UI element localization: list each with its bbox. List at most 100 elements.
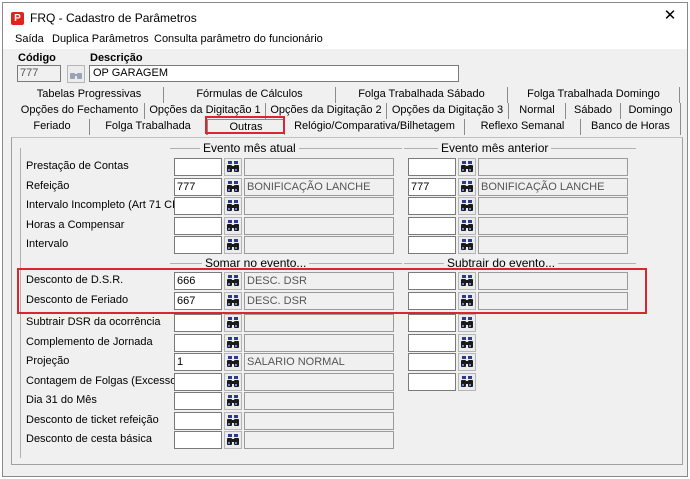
binoculars-icon	[227, 161, 239, 172]
tab-domingo[interactable]: Domingo	[621, 103, 681, 119]
event-lookup-button[interactable]	[224, 392, 242, 410]
binoculars-icon	[227, 180, 239, 192]
tab-folga-trabalhada[interactable]: Folga Trabalhada	[90, 119, 207, 135]
event-description	[244, 197, 394, 215]
menu-duplica-parametros[interactable]: Duplica Parâmetros	[52, 33, 149, 45]
close-button[interactable]: ✕	[663, 8, 677, 23]
event-code-input[interactable]	[174, 314, 222, 332]
event-lookup-button[interactable]	[224, 333, 242, 352]
title-bar: P FRQ - Cadastro de Parâmetros ✕	[3, 3, 687, 31]
event-lookup-button-right[interactable]	[458, 177, 476, 196]
event-description-right	[478, 197, 628, 215]
tab-normal[interactable]: Normal	[509, 103, 566, 119]
menu-saida[interactable]: Saída	[15, 33, 44, 45]
event-code-input[interactable]	[174, 216, 222, 235]
tab-folga-sabado[interactable]: Folga Trabalhada Sábado	[336, 87, 508, 103]
event-lookup-button[interactable]	[224, 177, 242, 196]
event-lookup-button[interactable]	[224, 236, 242, 254]
binoculars-icon	[227, 414, 239, 426]
tab-row-1: Tabelas Progressivas Fórmulas de Cálculo…	[15, 87, 681, 103]
binoculars-icon	[227, 375, 239, 387]
active-tab-highlight	[205, 116, 285, 134]
event-lookup-button[interactable]	[224, 216, 242, 235]
event-lookup-button-right[interactable]	[458, 353, 476, 371]
menu-consulta-parametro[interactable]: Consulta parâmetro do funcionário	[154, 33, 323, 45]
tab-relogio[interactable]: Relógio/Comparativa/Bilhetagem	[285, 119, 465, 135]
event-lookup-button-right[interactable]	[458, 372, 476, 391]
binoculars-icon	[227, 219, 239, 231]
field-label: Dia 31 do Mês	[26, 394, 97, 406]
event-code-input-right[interactable]	[408, 216, 456, 235]
event-code-input[interactable]	[174, 158, 222, 176]
tab-opcoes-fechamento[interactable]: Opções do Fechamento	[15, 103, 145, 119]
event-lookup-button[interactable]	[224, 314, 242, 332]
code-field[interactable]: 777	[17, 65, 61, 82]
event-code-input-right[interactable]	[408, 372, 456, 391]
event-lookup-button-right[interactable]	[458, 236, 476, 254]
event-lookup-button-right[interactable]	[458, 216, 476, 235]
tab-row-3: Feriado Folga Trabalhada Outras Relógio/…	[15, 119, 681, 135]
event-description	[244, 392, 394, 410]
event-description: BONIFICAÇÃO LANCHE	[244, 177, 394, 196]
event-code-input[interactable]: 1	[174, 353, 222, 371]
binoculars-icon	[227, 336, 239, 348]
event-lookup-button-right[interactable]	[458, 314, 476, 332]
event-lookup-button[interactable]	[224, 158, 242, 176]
event-code-input[interactable]	[174, 197, 222, 215]
description-field[interactable]: OP GARAGEM	[89, 65, 459, 82]
binoculars-icon	[227, 200, 239, 211]
event-description-right	[478, 236, 628, 254]
window-title: FRQ - Cadastro de Parâmetros	[30, 11, 197, 25]
event-lookup-button[interactable]	[224, 411, 242, 430]
tab-sabado[interactable]: Sábado	[566, 103, 621, 119]
event-code-input[interactable]	[174, 236, 222, 254]
description-label: Descrição	[90, 52, 143, 64]
event-description-right: BONIFICAÇÃO LANCHE	[478, 177, 628, 196]
event-lookup-button[interactable]	[224, 431, 242, 449]
tab-formulas-calculos[interactable]: Fórmulas de Cálculos	[164, 87, 336, 103]
code-lookup-button[interactable]	[67, 65, 85, 83]
tab-folga-domingo[interactable]: Folga Trabalhada Domingo	[508, 87, 680, 103]
binoculars-icon	[227, 239, 239, 250]
event-code-input-right[interactable]	[408, 314, 456, 332]
event-code-input[interactable]	[174, 431, 222, 449]
field-label: Desconto de cesta básica	[26, 433, 152, 445]
event-description	[244, 236, 394, 254]
field-label: Horas a Compensar	[26, 218, 125, 231]
event-lookup-button[interactable]	[224, 197, 242, 215]
event-code-input[interactable]	[174, 372, 222, 391]
tab-reflexo-semanal[interactable]: Reflexo Semanal	[465, 119, 581, 135]
binoculars-icon	[227, 434, 239, 445]
event-code-input-right[interactable]	[408, 197, 456, 215]
event-code-input-right[interactable]	[408, 158, 456, 176]
tab-opcoes-digitacao-3[interactable]: Opções da Digitação 3	[387, 103, 509, 119]
tab-tabelas-progressivas[interactable]: Tabelas Progressivas	[15, 87, 164, 103]
binoculars-icon	[461, 219, 473, 231]
event-lookup-button-right[interactable]	[458, 197, 476, 215]
binoculars-icon	[461, 180, 473, 192]
field-label: Desconto de ticket refeição	[26, 413, 159, 426]
group-title-evento-anterior: Evento mês anterior	[438, 141, 552, 155]
event-code-input[interactable]	[174, 411, 222, 430]
event-code-input[interactable]	[174, 333, 222, 352]
event-code-input-right[interactable]	[408, 236, 456, 254]
event-code-input-right[interactable]: 777	[408, 177, 456, 196]
event-lookup-button[interactable]	[224, 353, 242, 371]
binoculars-icon	[227, 395, 239, 406]
tab-feriado[interactable]: Feriado	[15, 119, 90, 135]
event-code-input[interactable]	[174, 392, 222, 410]
event-code-input-right[interactable]	[408, 333, 456, 352]
event-lookup-button-right[interactable]	[458, 333, 476, 352]
binoculars-icon	[70, 73, 82, 79]
event-description	[244, 216, 394, 235]
event-lookup-button-right[interactable]	[458, 158, 476, 176]
event-code-input[interactable]: 777	[174, 177, 222, 196]
event-lookup-button[interactable]	[224, 372, 242, 391]
event-description-right	[478, 158, 628, 176]
event-code-input-right[interactable]	[408, 353, 456, 371]
binoculars-icon	[227, 317, 239, 328]
field-label: Refeição	[26, 179, 70, 192]
event-description	[244, 314, 394, 332]
tab-banco-horas[interactable]: Banco de Horas	[581, 119, 681, 135]
dsr-rows-highlight	[17, 268, 647, 314]
